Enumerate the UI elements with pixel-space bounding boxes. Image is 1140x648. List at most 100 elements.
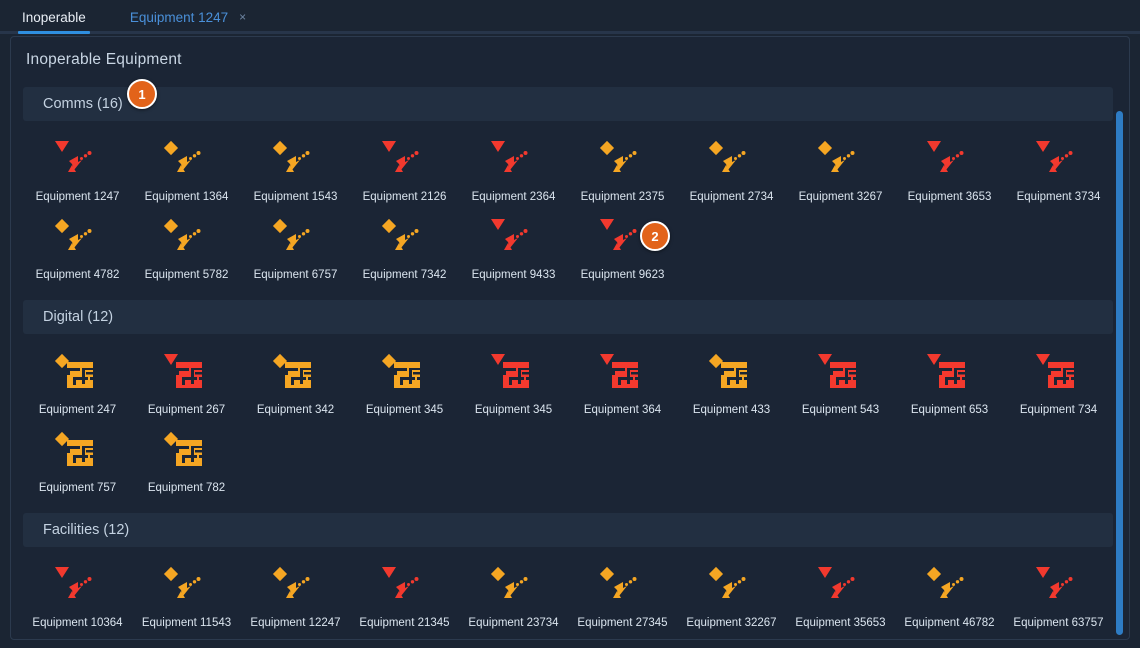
tab-close-icon[interactable]: × [237,11,248,23]
equipment-item[interactable]: Equipment 247 [23,344,132,422]
equipment-label: Equipment 1247 [35,191,120,203]
equipment-item[interactable]: Equipment 782 [132,422,241,500]
equipment-item[interactable]: Equipment 3734 [1004,131,1113,209]
vertical-scrollbar-track[interactable] [1113,78,1125,637]
group-header-label: Digital (12) [43,309,114,325]
equipment-item[interactable]: Equipment 734 [1004,344,1113,422]
equipment-label: Equipment 2734 [689,191,774,203]
equipment-item[interactable]: Equipment 1247 [23,131,132,209]
equipment-item[interactable]: Equipment 7342 [350,209,459,287]
equipment-item[interactable]: Equipment 5782 [132,209,241,287]
equipment-icon [705,565,759,611]
equipment-icon [160,139,214,185]
equipment-item[interactable]: Equipment 35653 [786,557,895,635]
circuit-chip-glyph [938,362,965,388]
equipment-label: Equipment 27345 [577,617,668,629]
equipment-item[interactable]: Equipment 2734 [677,131,786,209]
circuit-chip-icon [393,362,420,393]
circuit-chip-icon [611,362,638,393]
satellite-dish-glyph [939,577,963,598]
satellite-dish-glyph [503,577,527,598]
equipment-icon [814,352,868,398]
equipment-label: Equipment 6757 [253,269,338,281]
equipment-item[interactable]: Equipment 6757 [241,209,350,287]
equipment-item[interactable]: Equipment 757 [23,422,132,500]
circuit-chip-glyph [611,362,638,388]
equipment-icon [705,352,759,398]
equipment-item[interactable]: Equipment 3653 [895,131,1004,209]
satellite-dish-glyph [721,577,745,598]
satellite-dish-glyph [176,151,200,172]
satellite-dish-glyph [830,577,854,598]
equipment-item[interactable]: Equipment 364 [568,344,677,422]
equipment-item[interactable]: Equipment 3267 [786,131,895,209]
equipment-item[interactable]: Equipment 21345 [350,557,459,635]
satellite-dish-glyph [830,151,854,172]
group-header-label: Facilities (12) [43,522,130,538]
equipment-item[interactable]: Equipment 23734 [459,557,568,635]
satellite-dish-glyph [285,577,309,598]
circuit-chip-glyph [393,362,420,388]
equipment-item[interactable]: Equipment 433 [677,344,786,422]
equipment-item[interactable]: Equipment 46782 [895,557,1004,635]
equipment-label: Equipment 543 [801,404,880,416]
equipment-icon [487,352,541,398]
equipment-item[interactable]: Equipment 345 [459,344,568,422]
circuit-chip-glyph [284,362,311,388]
equipment-label: Equipment 21345 [359,617,450,629]
equipment-item[interactable]: Equipment 543 [786,344,895,422]
equipment-label: Equipment 734 [1019,404,1098,416]
equipment-label: Equipment 653 [910,404,989,416]
equipment-item[interactable]: Equipment 1364 [132,131,241,209]
equipment-item[interactable]: Equipment 653 [895,344,1004,422]
equipment-label: Equipment 5782 [144,269,229,281]
satellite-dish-glyph [394,577,418,598]
group-header-facilities[interactable]: Facilities (12) [23,513,1113,547]
equipment-item[interactable]: Equipment 1543 [241,131,350,209]
circuit-chip-glyph [175,362,202,388]
satellite-dish-glyph [1048,151,1072,172]
group-header-digital[interactable]: Digital (12) [23,300,1113,334]
vertical-scrollbar-thumb[interactable] [1116,111,1123,635]
equipment-item[interactable]: Equipment 2375 [568,131,677,209]
equipment-item[interactable]: Equipment 27345 [568,557,677,635]
equipment-label: Equipment 11543 [141,617,232,629]
equipment-icon [160,352,214,398]
equipment-item[interactable]: Equipment 11543 [132,557,241,635]
equipment-icon [160,430,214,476]
satellite-dish-icon [392,151,420,180]
equipment-item[interactable]: Equipment 63757 [1004,557,1113,635]
group-header-comms[interactable]: Comms (16) [23,87,1113,121]
equipment-icon [269,139,323,185]
equipment-item[interactable]: Equipment 32267 [677,557,786,635]
equipment-grid: Equipment 10364 Equipment 11543 Equipment … [23,547,1113,639]
equipment-label: Equipment 247 [38,404,117,416]
equipment-icon [596,565,650,611]
satellite-dish-icon [283,151,311,180]
equipment-icon [51,139,105,185]
satellite-dish-glyph [503,229,527,250]
satellite-dish-glyph [721,151,745,172]
equipment-item[interactable]: Equipment 2364 [459,131,568,209]
equipment-label: Equipment 23734 [468,617,559,629]
equipment-item[interactable]: Equipment 4782 [23,209,132,287]
tab-equipment-1247[interactable]: Equipment 1247 × [108,0,270,34]
equipment-icon [487,565,541,611]
equipment-item[interactable]: Equipment 12247 [241,557,350,635]
equipment-item[interactable]: Equipment 2126 [350,131,459,209]
equipment-item[interactable]: Equipment 10364 [23,557,132,635]
equipment-icon [378,352,432,398]
equipment-icon [51,217,105,263]
equipment-label: Equipment 3653 [907,191,992,203]
equipment-item[interactable]: Equipment 9433 [459,209,568,287]
satellite-dish-glyph [285,229,309,250]
equipment-item[interactable]: Equipment 267 [132,344,241,422]
circuit-chip-icon [938,362,965,393]
equipment-label: Equipment 345 [365,404,444,416]
equipment-item[interactable]: Equipment 342 [241,344,350,422]
equipment-item[interactable]: Equipment 345 [350,344,459,422]
circuit-chip-icon [175,362,202,393]
annotation-badge-2: 2 [640,221,670,251]
tab-inoperable[interactable]: Inoperable [0,0,108,34]
equipment-icon [814,565,868,611]
